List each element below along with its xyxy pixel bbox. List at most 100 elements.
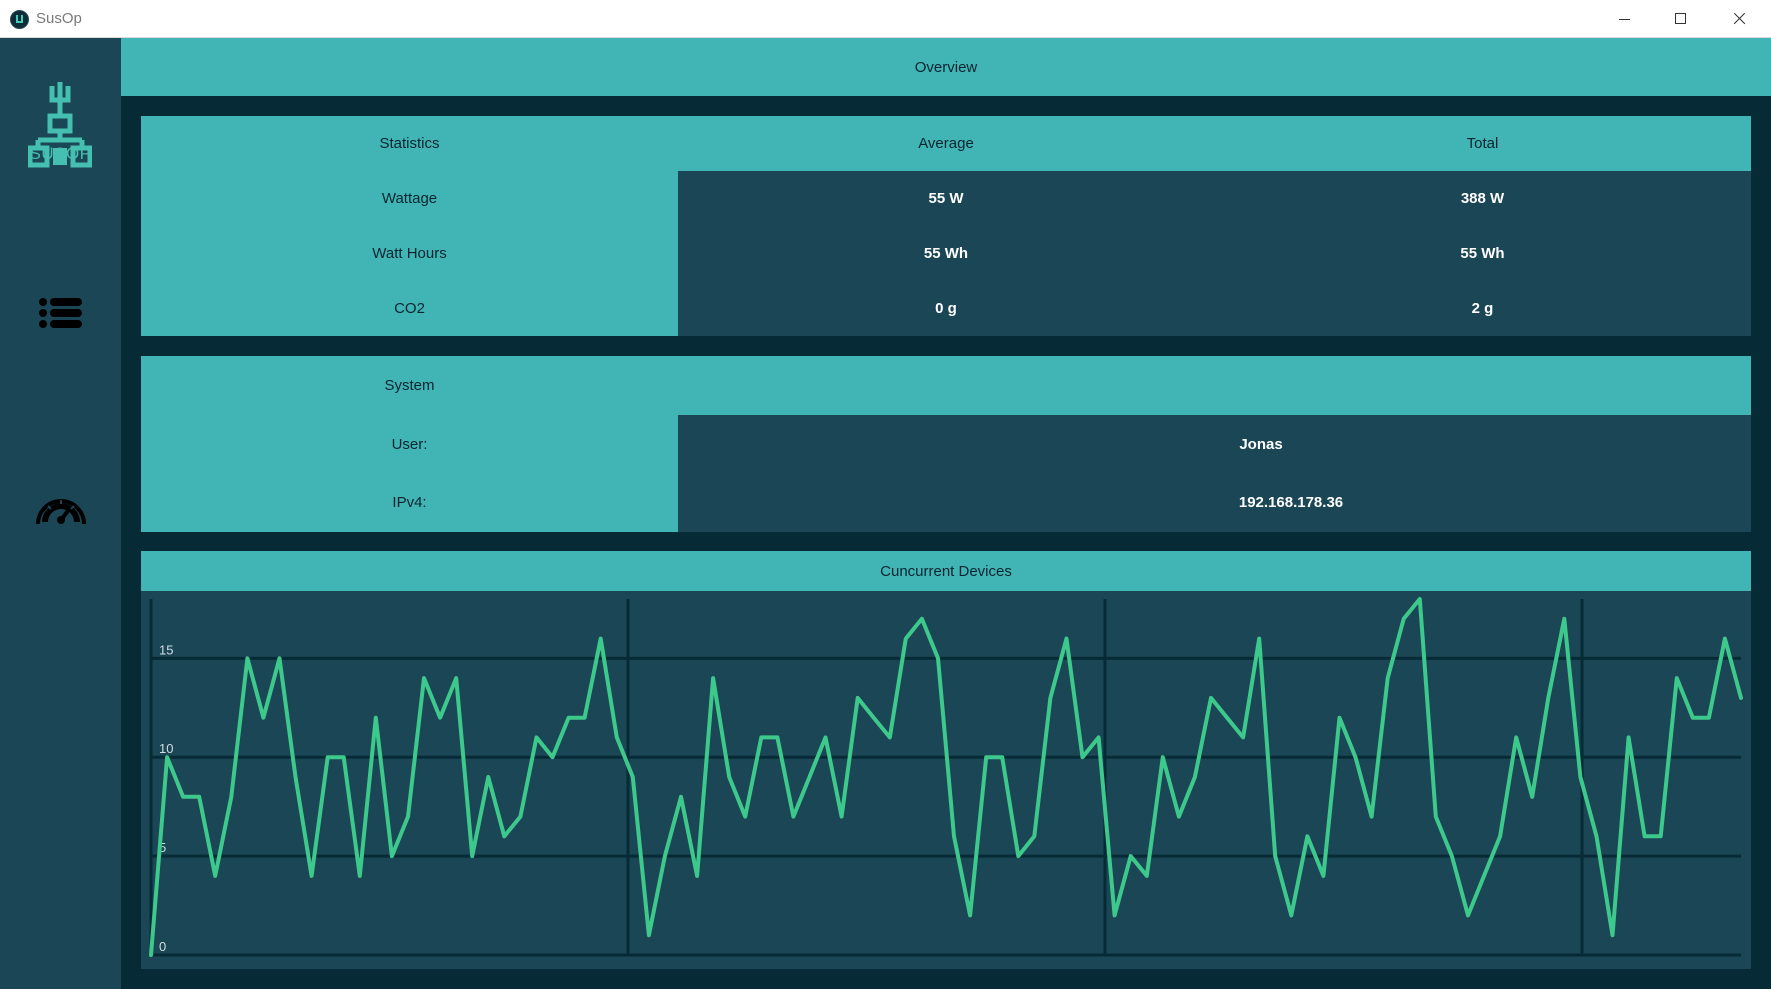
chart-data-point — [647, 933, 651, 937]
chart-ytick-label: 15 — [159, 642, 173, 657]
statistics-card: Statistics Average Total Wattage 55 W 38… — [141, 116, 1751, 336]
chart-data-point — [1354, 755, 1358, 759]
chart-data-point — [1241, 735, 1245, 739]
chart-data-point — [1659, 834, 1663, 838]
chart-data-point — [679, 795, 683, 799]
chart-data-point — [1530, 795, 1534, 799]
watt-hours-total: 55 Wh — [1460, 245, 1505, 262]
chart-data-point — [165, 755, 169, 759]
chart-data-point — [872, 716, 876, 720]
concurrent-devices-chart: 051015 — [149, 597, 1743, 957]
total-header: Total — [1466, 135, 1499, 152]
wattage-average: 55 W — [928, 190, 964, 207]
chart-data-point — [1048, 696, 1052, 700]
chart-data-point — [904, 637, 908, 641]
chart-data-point — [615, 735, 619, 739]
chart-data-point — [791, 815, 795, 819]
chart-data-point — [1097, 735, 1101, 739]
chart-data-point — [1627, 735, 1631, 739]
chart-data-point — [1707, 716, 1711, 720]
chart-data-point — [181, 795, 185, 799]
chart-data-point — [695, 874, 699, 878]
chart-data-point — [1562, 617, 1566, 621]
maximize-button[interactable] — [1652, 0, 1710, 38]
chart-data-point — [1289, 913, 1293, 917]
chart-data-point — [743, 815, 747, 819]
chart-data-point — [470, 854, 474, 858]
sidebar-item-speedometer[interactable] — [36, 484, 86, 534]
chart-title: Cuncurrent Devices — [141, 551, 1751, 591]
chart-data-point — [1611, 933, 1615, 937]
chart-data-point — [1386, 676, 1390, 680]
chart-data-point — [727, 775, 731, 779]
average-header: Average — [918, 135, 974, 152]
chart-data-point — [438, 716, 442, 720]
chart-data-point — [1675, 676, 1679, 680]
wattage-label: Wattage — [381, 190, 438, 207]
main-content: Overview Statistics Average Total Wattag… — [121, 38, 1771, 989]
chart-data-point — [1337, 716, 1341, 720]
user-value: Jonas — [1239, 435, 1283, 453]
chart-data-point — [1514, 735, 1518, 739]
co2-label: CO2 — [394, 300, 425, 317]
sidebar-item-list[interactable] — [36, 290, 86, 340]
chart-data-point — [1691, 716, 1695, 720]
chart-data-point — [840, 815, 844, 819]
chart-data-point — [1482, 874, 1486, 878]
chart-data-point — [824, 735, 828, 739]
chart-data-point — [1450, 854, 1454, 858]
chart-data-point — [1594, 834, 1598, 838]
chart-data-point — [1418, 597, 1422, 601]
chart-data-point — [534, 735, 538, 739]
chart-data-point — [1113, 913, 1117, 917]
chart-data-point — [1498, 834, 1502, 838]
chart-data-point — [1000, 755, 1004, 759]
chart-data-point — [984, 755, 988, 759]
chart-data-point — [1321, 874, 1325, 878]
close-button[interactable] — [1710, 0, 1768, 38]
chart-data-point — [1434, 815, 1438, 819]
chart-data-point — [358, 874, 362, 878]
concurrent-devices-card: Cuncurrent Devices 0 5 10 15 — [141, 551, 1751, 969]
ipv4-label: IPv4: — [392, 494, 427, 511]
chart-data-point — [229, 795, 233, 799]
list-icon — [39, 298, 82, 328]
chart-ytick-label: 10 — [159, 741, 173, 756]
minimize-button[interactable] — [1595, 0, 1653, 38]
chart-data-point — [1723, 637, 1727, 641]
chart-data-point — [245, 656, 249, 660]
chart-data-point — [1225, 716, 1229, 720]
chart-data-point — [454, 676, 458, 680]
chart-data-point — [422, 676, 426, 680]
chart-data-point — [1578, 775, 1582, 779]
watt-hours-label: Watt Hours — [372, 245, 447, 262]
chart-body: 0 5 10 15 — [141, 591, 1751, 969]
app-icon — [10, 10, 29, 29]
chart-data-point — [567, 716, 571, 720]
chart-data-point — [1193, 775, 1197, 779]
window-titlebar: SusOp — [0, 0, 1771, 38]
chart-data-point — [342, 755, 346, 759]
chart-data-point — [1081, 755, 1085, 759]
chart-data-point — [583, 716, 587, 720]
chart-data-point — [1257, 637, 1261, 641]
chart-series-line — [149, 597, 1743, 957]
sidebar: SUSOP — [0, 38, 121, 989]
window-title: SusOp — [36, 10, 82, 27]
chart-data-point — [502, 834, 506, 838]
chart-data-point — [1643, 834, 1647, 838]
chart-data-point — [920, 617, 924, 621]
speedometer-icon — [36, 499, 86, 525]
chart-data-point — [968, 913, 972, 917]
chart-data-point — [149, 953, 153, 957]
chart-data-point — [1209, 696, 1213, 700]
chart-data-point — [518, 815, 522, 819]
chart-data-point — [663, 854, 667, 858]
logo-text: SUSOP — [29, 144, 92, 163]
chart-data-point — [310, 874, 314, 878]
co2-average: 0 g — [935, 300, 957, 317]
chart-data-point — [1305, 834, 1309, 838]
chart-data-point — [936, 656, 940, 660]
chart-data-point — [261, 716, 265, 720]
chart-data-point — [326, 755, 330, 759]
